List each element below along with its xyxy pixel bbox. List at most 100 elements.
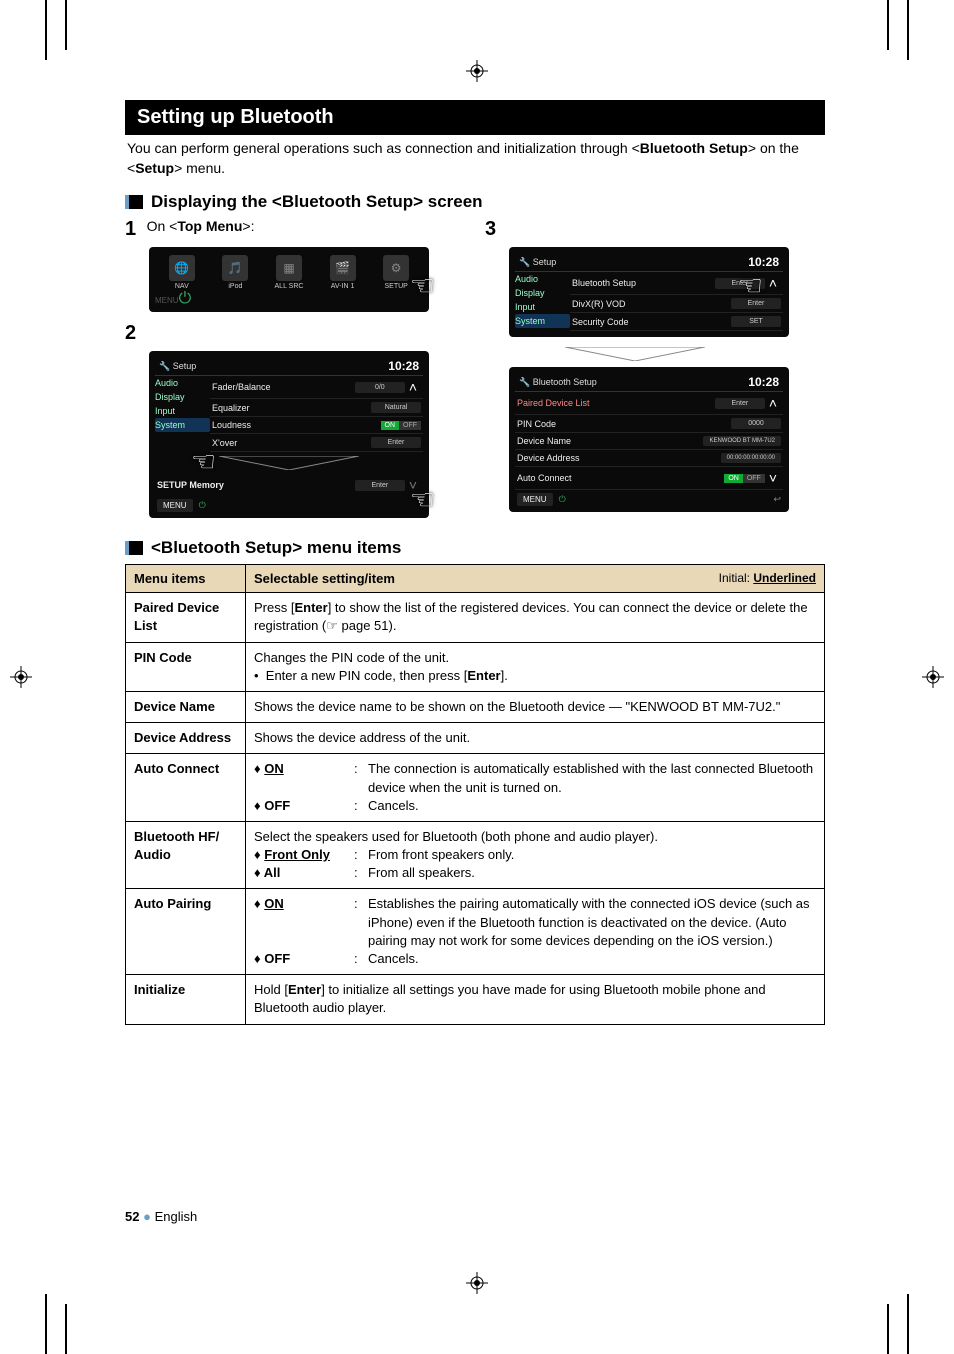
row-name: PIN Code [126,642,246,691]
registration-mark-icon [466,60,488,82]
row-name: Bluetooth HF/ Audio [126,821,246,889]
text: >: [242,218,254,234]
bluetooth-setup-screenshot: 🔧 Bluetooth Setup 10:28 Paired Device Li… [509,367,789,512]
tab-input[interactable]: Input [515,300,570,314]
intro-text: You can perform general operations such … [127,139,823,178]
text: Hold [ [254,982,288,997]
icon-label: AV-IN 1 [331,283,355,290]
text: ] to show the list of the registered dev… [254,600,808,633]
row-name: Auto Connect [126,754,246,822]
row-desc: Hold [Enter] to initialize all settings … [246,975,825,1024]
tab-system[interactable]: System [515,314,570,328]
option-label: ON [264,761,284,776]
power-icon[interactable]: ⏻ [199,500,206,511]
chevron-down-icon[interactable]: ˅ [765,470,781,486]
setting-value[interactable]: Enter [371,437,421,448]
setup-system-screenshot: 🔧 Setup 10:28 Audio Display Input System… [509,247,789,337]
power-icon[interactable]: ⏻ [179,290,192,307]
tab-display[interactable]: Display [155,390,210,404]
setting-label: Device Address [517,453,721,463]
option-label: ON [264,896,284,911]
toggle[interactable]: ONOFF [724,474,765,483]
step-number: 3 [485,218,496,241]
crop-mark [887,1304,889,1354]
crop-mark [907,1294,909,1354]
setting-value[interactable]: Enter [355,480,405,491]
table-row: Bluetooth HF/ Audio Select the speakers … [126,821,825,889]
screen-title: Setup [533,257,557,267]
all-src-icon[interactable]: ▦ALL SRC [269,255,309,290]
power-icon[interactable]: ⏻ [559,494,566,505]
option-label: OFF [264,798,290,813]
icon-label: SETUP [385,283,408,290]
screen-title: Bluetooth Setup [533,377,597,387]
text: Bluetooth Setup [640,140,748,156]
crop-mark [887,0,889,50]
chevron-up-icon[interactable]: ˄ [405,379,421,395]
setting-value[interactable]: Enter [715,398,765,409]
menu-button[interactable]: MENU [517,493,553,506]
icon-label: iPod [228,283,242,290]
down-arrow-icon [219,456,359,470]
tab-audio[interactable]: Audio [155,376,210,390]
option-desc: From all speakers. [368,864,816,882]
option-label: All [264,865,281,880]
menu-button[interactable]: MENU [157,499,193,512]
toggle[interactable]: ONOFF [381,421,422,430]
text: Select the speakers used for Bluetooth (… [254,828,816,846]
option-desc: Cancels. [368,797,816,815]
option-label: Front Only [264,847,330,862]
initial-label: Initial: Underlined [719,571,816,585]
page-number: 52 [125,1209,139,1224]
setting-label: Paired Device List [517,398,715,408]
text: ]. [501,668,508,683]
setting-label: Equalizer [212,403,371,413]
text: Initial: [719,571,754,585]
text: On < [147,218,178,234]
wrench-icon: 🔧 [159,361,170,371]
text: Top Menu [177,218,242,234]
row-name: Paired Device List [126,593,246,642]
pointing-hand-icon: ☜ [410,483,435,516]
setup-audio-screenshot: 🔧 Setup 10:28 Audio Display Input System… [149,351,429,518]
chevron-up-icon[interactable]: ˄ [765,275,781,291]
table-row: Device Name Shows the device name to be … [126,691,825,722]
row-desc: Shows the device address of the unit. [246,723,825,754]
subsection-title: Displaying the <Bluetooth Setup> screen [151,192,483,212]
tab-audio[interactable]: Audio [515,272,570,286]
toggle-off: OFF [743,474,765,483]
tab-system[interactable]: System [155,418,210,432]
toggle-on: ON [381,421,400,430]
setting-label: Bluetooth Setup [572,278,715,288]
option-desc: The connection is automatically establis… [368,760,816,796]
tab-display[interactable]: Display [515,286,570,300]
step-3: 3 [485,218,825,241]
ipod-icon[interactable]: 🎵iPod [215,255,255,290]
subsection-displaying: Displaying the <Bluetooth Setup> screen [125,192,825,212]
chevron-up-icon[interactable]: ˄ [765,395,781,411]
nav-icon[interactable]: 🌐NAV [162,255,202,290]
step-number: 1 [125,218,136,241]
clock: 10:28 [748,375,779,389]
table-header-menu: Menu items [126,565,246,593]
setting-value[interactable]: 0000 [731,418,781,429]
tab-input[interactable]: Input [155,404,210,418]
crop-mark [65,0,67,50]
return-icon[interactable]: ↩ [773,494,781,505]
text: Enter a new PIN code, then press [ [266,668,468,683]
down-arrow-icon [565,347,705,361]
option-desc: Establishes the pairing automatically wi… [368,895,816,950]
avin-icon[interactable]: 🎬AV-IN 1 [323,255,363,290]
row-desc: ♦ ON : The connection is automatically e… [246,754,825,822]
pointing-hand-icon: ☜ [410,269,435,302]
text: Setup [135,160,174,176]
toggle-on: ON [724,474,743,483]
bullet-icon: ● [143,1209,154,1224]
setting-value[interactable]: 0/0 [355,382,405,393]
setting-value[interactable]: Natural [371,402,421,413]
table-header-selectable: Selectable setting/item Initial: Underli… [246,565,825,593]
setting-label: DivX(R) VOD [572,299,731,309]
wrench-icon: 🔧 [519,257,530,267]
text: Enter [294,600,327,615]
setting-value[interactable]: SET [731,316,781,327]
